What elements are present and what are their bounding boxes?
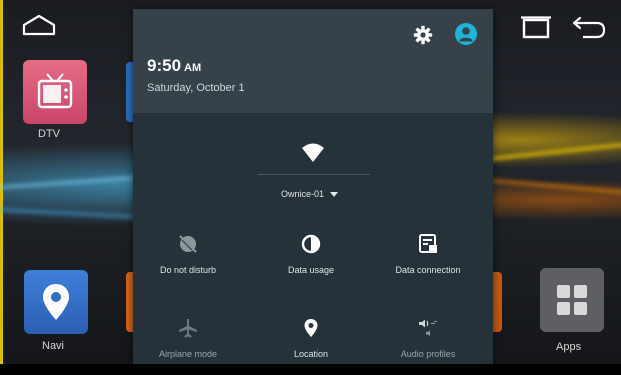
clock-time: 9:50 [147,56,182,75]
quick-settings-header: 9:50 AM Saturday, October 1 [133,9,493,113]
map-pin-icon [43,284,69,320]
dtv-app-label: DTV [38,128,60,140]
tile-audio-profiles[interactable]: Audio profiles [373,317,483,375]
navi-app-label: Navi [42,340,65,352]
tile-do-not-disturb[interactable]: Do not disturb [133,233,243,291]
app-grid-icon [557,285,587,315]
location-icon [304,319,318,337]
tv-icon [37,73,73,109]
wifi-network-name: Ownice-01 [281,189,325,199]
tile-label: Data usage [287,265,335,275]
tile-data-connection[interactable]: Data connection [373,233,483,291]
data-usage-icon [301,234,321,254]
tile-location[interactable]: Location [256,317,366,375]
tile-label: Data connection [395,265,461,275]
do-not-disturb-icon [179,235,197,253]
data-connection-icon [419,234,437,253]
wallpaper-streak [480,177,621,197]
tile-label: Airplane mode [158,349,218,359]
wifi-divider [258,174,370,175]
recents-icon[interactable] [518,16,554,42]
settings-gear-icon[interactable] [413,25,433,45]
airplane-icon [179,319,197,338]
date-label[interactable]: Saturday, October 1 [147,82,245,94]
tile-data-usage[interactable]: Data usage [256,233,366,291]
tile-label: Do not disturb [159,265,217,275]
screen-edge [0,0,3,364]
tile-label: Audio profiles [400,349,456,359]
quick-settings-panel: 9:50 AM Saturday, October 1 Ownice-01 Do… [133,9,493,364]
wifi-network-selector[interactable]: Ownice-01 [281,187,339,201]
clock-ampm: AM [184,62,202,74]
apps-drawer-label: Apps [556,341,582,353]
dropdown-caret-icon [330,191,339,197]
wifi-icon[interactable] [301,142,325,164]
back-icon[interactable] [571,14,607,40]
account-icon[interactable] [454,22,478,46]
home-icon[interactable] [22,14,56,36]
apps-drawer-button[interactable] [540,268,604,332]
audio-profiles-icon [419,319,437,336]
clock[interactable]: 9:50 AM [147,56,201,76]
tile-label: Location [293,349,329,359]
navi-app[interactable] [24,270,88,334]
tile-airplane-mode[interactable]: Airplane mode [133,317,243,375]
dtv-app[interactable] [23,60,87,124]
